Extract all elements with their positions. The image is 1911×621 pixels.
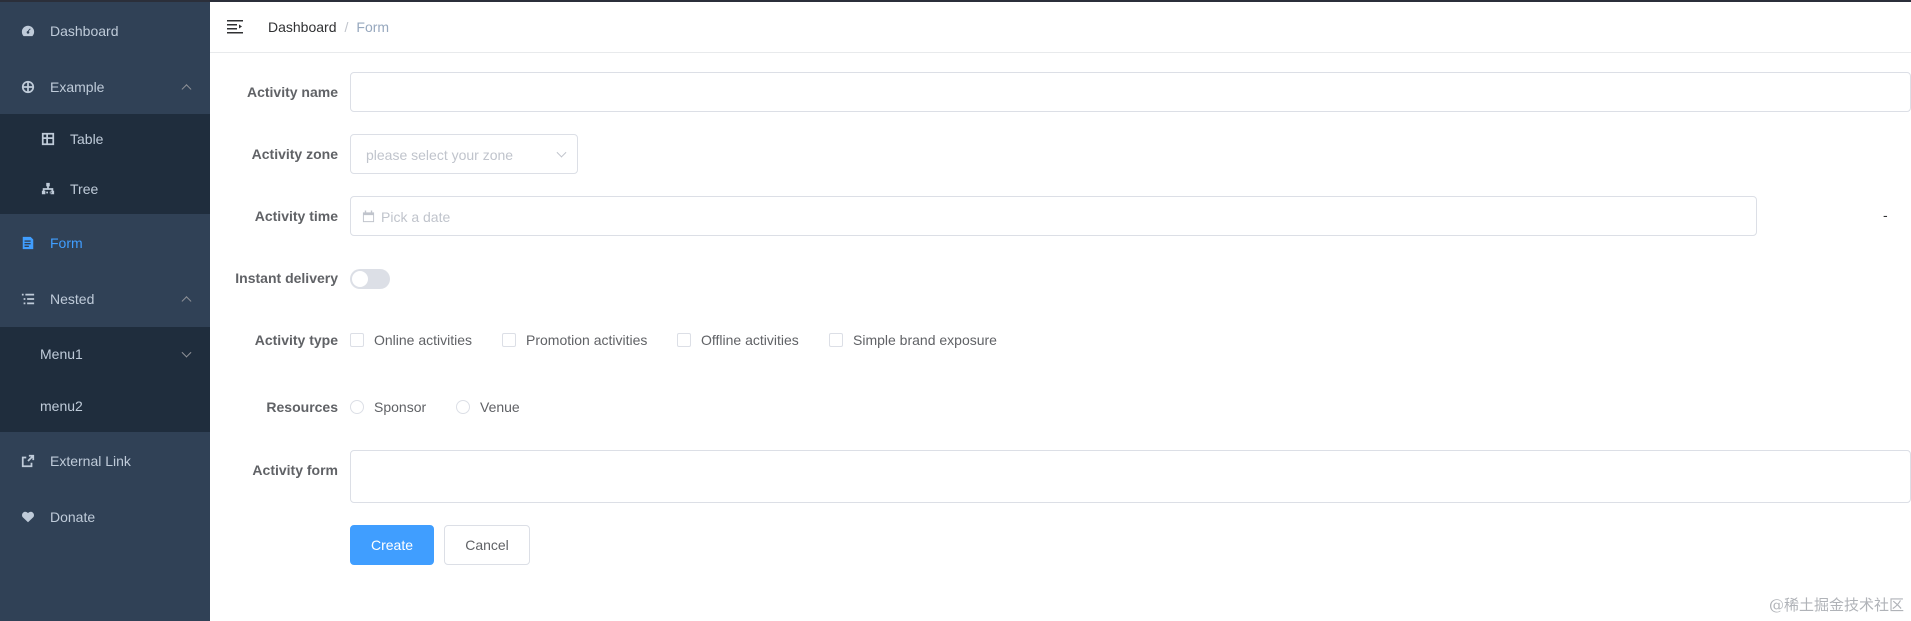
radio-label-venue[interactable]: Venue xyxy=(480,399,520,415)
breadcrumb-separator: / xyxy=(344,19,349,35)
resources-label: Resources xyxy=(266,399,338,415)
switch-knob xyxy=(352,271,368,287)
cancel-button[interactable]: Cancel xyxy=(444,525,530,565)
sidebar-item-label: Example xyxy=(50,78,105,95)
radio-venue[interactable] xyxy=(456,400,470,414)
navbar: Dashboard / Form xyxy=(210,2,1911,53)
zone-placeholder: please select your zone xyxy=(366,147,514,163)
donate-icon xyxy=(20,509,36,525)
sidebar-item-example[interactable]: Example xyxy=(0,64,210,109)
calendar-icon xyxy=(362,210,375,226)
hamburger-icon[interactable] xyxy=(227,18,243,34)
sidebar-item-label: Nested xyxy=(50,290,95,307)
sidebar-item-tree[interactable]: Tree xyxy=(0,164,210,214)
sidebar-item-label: Table xyxy=(70,131,104,147)
top-border xyxy=(0,0,1911,2)
checkbox-online[interactable] xyxy=(350,333,364,347)
breadcrumb: Dashboard / Form xyxy=(268,19,389,35)
checkbox-offline[interactable] xyxy=(677,333,691,347)
chevron-down-icon xyxy=(556,147,567,158)
dashboard-icon xyxy=(20,23,36,39)
activity-date-picker[interactable]: Pick a date xyxy=(350,196,1757,236)
watermark: @稀土掘金技术社区 xyxy=(1768,596,1904,614)
example-icon xyxy=(20,79,36,95)
tree-icon xyxy=(40,181,56,197)
sidebar-item-donate[interactable]: Donate xyxy=(0,494,210,539)
sidebar-item-menu2[interactable]: menu2 xyxy=(0,380,210,432)
instant-delivery-switch[interactable] xyxy=(350,269,390,289)
checkbox-label-online[interactable]: Online activities xyxy=(374,332,472,348)
sidebar: Dashboard Example Table Tree Form Nested… xyxy=(0,0,210,621)
sidebar-item-label: Dashboard xyxy=(50,22,119,39)
sidebar-item-menu1[interactable]: Menu1 xyxy=(0,327,210,380)
breadcrumb-form: Form xyxy=(356,19,390,35)
sidebar-item-form[interactable]: Form xyxy=(0,220,210,265)
activity-name-input[interactable] xyxy=(350,72,1911,112)
date-placeholder: Pick a date xyxy=(381,209,451,225)
external-link-icon xyxy=(20,453,36,469)
sidebar-item-dashboard[interactable]: Dashboard xyxy=(0,8,210,53)
sidebar-item-table[interactable]: Table xyxy=(0,114,210,164)
checkbox-label-offline[interactable]: Offline activities xyxy=(701,332,799,348)
checkbox-label-brand-exposure[interactable]: Simple brand exposure xyxy=(853,332,997,348)
breadcrumb-dashboard[interactable]: Dashboard xyxy=(268,19,337,35)
chevron-up-icon xyxy=(181,83,192,94)
form-icon xyxy=(20,235,36,251)
table-icon xyxy=(40,131,56,147)
chevron-up-icon xyxy=(181,295,192,306)
nested-submenu: Menu1 menu2 xyxy=(0,327,210,432)
sidebar-item-label: Menu1 xyxy=(40,345,83,362)
sidebar-item-label: Tree xyxy=(70,181,99,197)
activity-form-textarea[interactable] xyxy=(350,450,1911,503)
sidebar-item-nested[interactable]: Nested xyxy=(0,276,210,321)
radio-label-sponsor[interactable]: Sponsor xyxy=(374,399,426,415)
checkbox-brand-exposure[interactable] xyxy=(829,333,843,347)
nested-icon xyxy=(20,291,36,307)
activity-time-label: Activity time xyxy=(254,208,338,224)
activity-zone-select[interactable]: please select your zone xyxy=(350,134,578,174)
activity-form-label: Activity form xyxy=(252,462,338,478)
instant-delivery-label: Instant delivery xyxy=(235,270,338,286)
time-range-separator: - xyxy=(1883,207,1888,223)
activity-zone-label: Activity zone xyxy=(251,146,338,162)
example-submenu: Table Tree xyxy=(0,114,210,214)
activity-name-label: Activity name xyxy=(246,84,338,100)
radio-sponsor[interactable] xyxy=(350,400,364,414)
checkbox-promotion[interactable] xyxy=(502,333,516,347)
sidebar-item-label: Donate xyxy=(50,508,96,525)
activity-type-label: Activity type xyxy=(254,332,338,348)
sidebar-item-label: menu2 xyxy=(40,398,83,414)
sidebar-item-external-link[interactable]: External Link xyxy=(0,438,210,483)
chevron-down-icon xyxy=(181,347,192,358)
create-button[interactable]: Create xyxy=(350,525,434,565)
sidebar-item-label: Form xyxy=(50,234,83,251)
checkbox-label-promotion[interactable]: Promotion activities xyxy=(526,332,647,348)
sidebar-item-label: External Link xyxy=(50,452,131,469)
